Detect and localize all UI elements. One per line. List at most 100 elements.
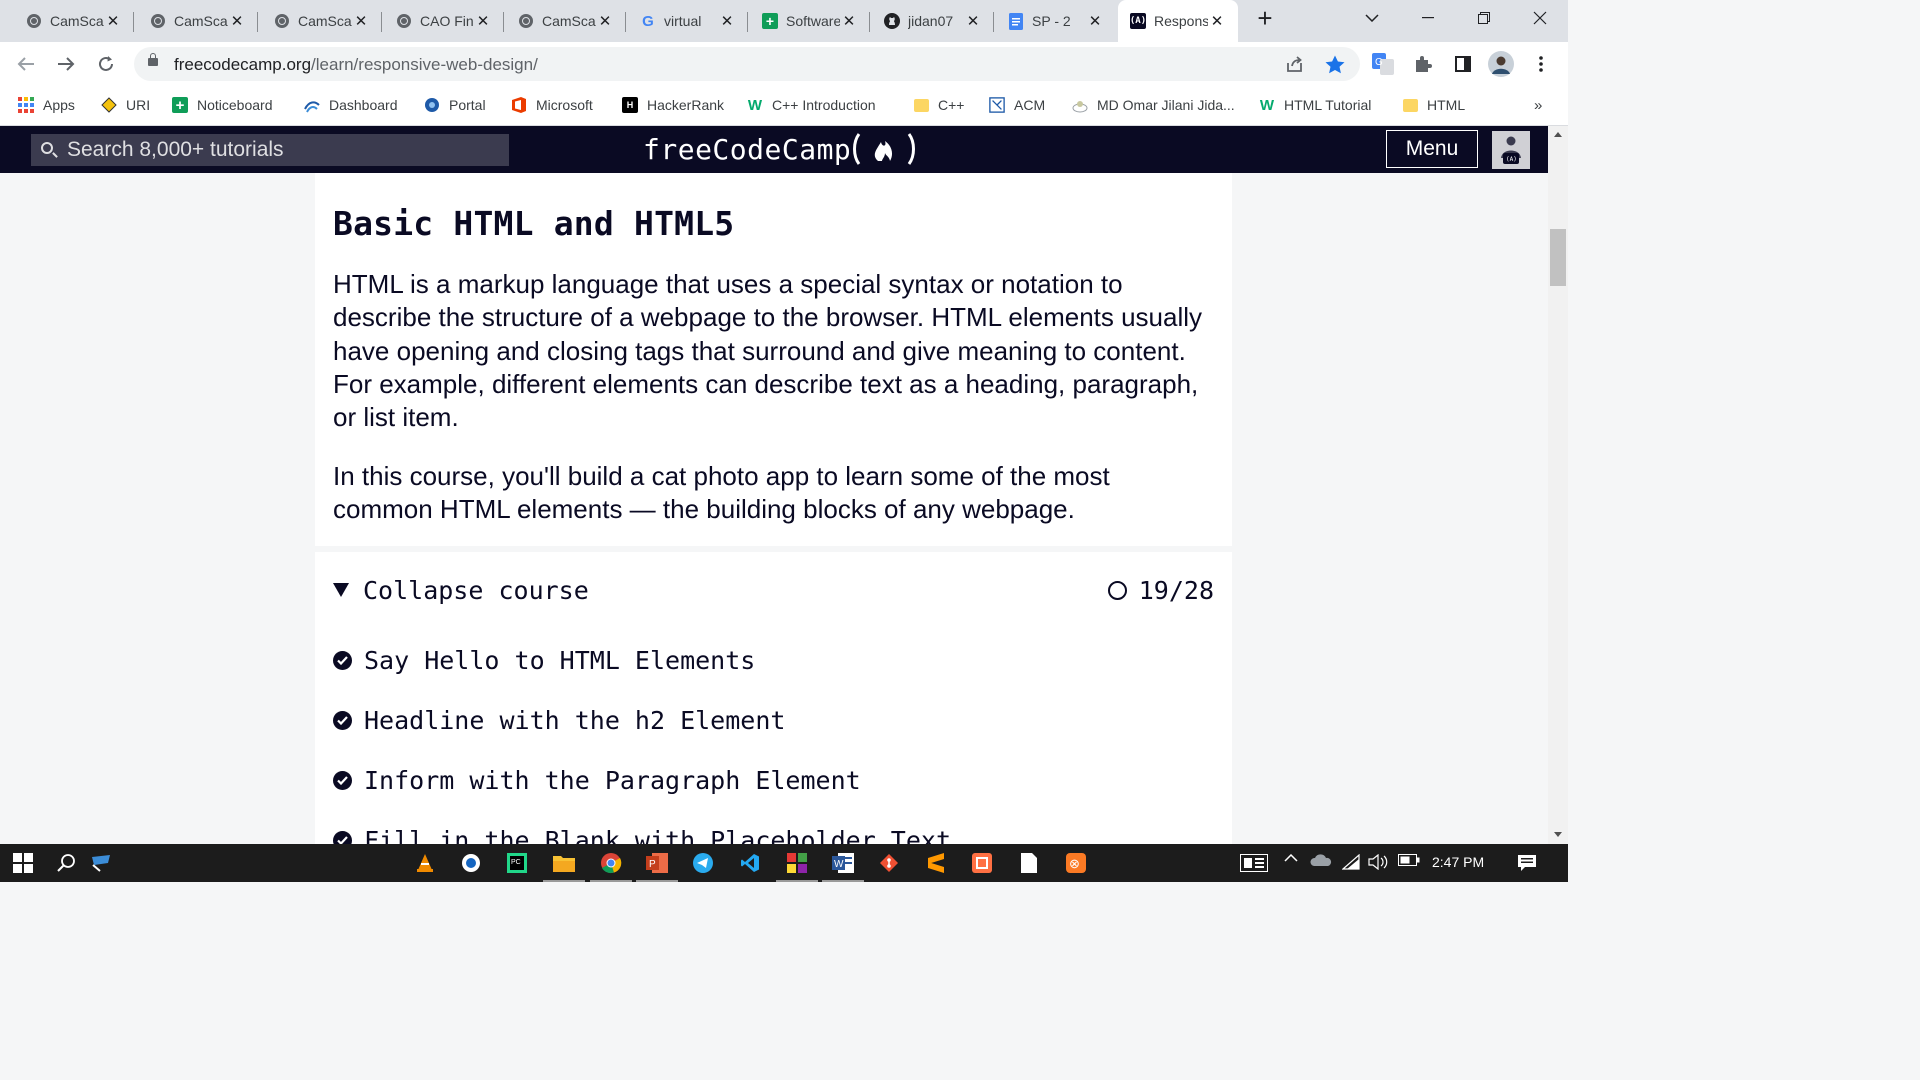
bookmark-folder-html[interactable]: HTML [1402,94,1465,116]
user-avatar[interactable]: (A) [1492,131,1530,169]
close-icon[interactable]: ✕ [1208,12,1226,30]
bookmark-cpp-introduction[interactable]: W C++ Introduction [747,94,876,116]
browser-tab-active[interactable]: (A) Responsive ✕ [1118,0,1238,42]
close-icon[interactable]: ✕ [840,12,858,30]
scroll-down-arrow-icon[interactable] [1554,832,1562,837]
search-input[interactable] [67,137,497,163]
address-bar[interactable]: freecodecamp.org/learn/responsive-web-de… [134,47,1360,81]
bookmark-acm[interactable]: ACM [989,94,1045,116]
close-icon[interactable]: ✕ [964,12,982,30]
bookmark-profile[interactable]: MD Omar Jilani Jida... [1072,94,1235,116]
telegram-icon[interactable] [692,852,714,874]
close-icon[interactable]: ✕ [352,12,370,30]
file-explorer-icon[interactable] [543,852,585,882]
close-icon[interactable]: ✕ [718,12,736,30]
chevron-up-icon[interactable] [1284,854,1298,862]
word-icon[interactable]: W [822,852,864,882]
browser-tab[interactable]: CamScanner ✕ [0,0,134,42]
git-icon[interactable] [878,852,900,874]
battery-icon[interactable] [1398,854,1420,866]
news-icon[interactable] [1240,854,1268,872]
windows-start-icon[interactable] [12,852,34,874]
bookmark-label: Microsoft [536,97,593,113]
page-scrollbar[interactable] [1548,126,1568,844]
bookmark-apps[interactable]: Apps [18,94,75,116]
browser-tab[interactable]: + Software ✕ [748,0,870,42]
globe-icon [274,13,290,29]
search-icon[interactable] [56,852,78,874]
minimize-icon[interactable] [1400,0,1456,36]
menu-button[interactable]: Menu [1386,130,1478,168]
fcc-logo[interactable]: freeCodeCamp [643,131,917,167]
forward-icon[interactable] [52,50,80,78]
app-icon[interactable] [460,852,482,874]
bookmark-dashboard[interactable]: Dashboard [304,94,398,116]
tab-title: CamScanner [174,13,228,29]
close-window-icon[interactable] [1512,0,1568,36]
restore-icon[interactable] [1456,0,1512,36]
assistant-icon[interactable] [90,852,112,874]
vscode-icon[interactable] [739,852,761,874]
bookmark-uri[interactable]: URI [101,94,150,116]
translate-icon[interactable]: G [1372,53,1394,75]
flame-logo-icon [851,132,917,166]
bookmark-folder-cpp[interactable]: C++ [913,94,964,116]
collapse-course-button[interactable]: Collapse course [333,572,589,608]
app-icon[interactable] [971,852,993,874]
lesson-link[interactable]: Fill in the Blank with Placeholder Text [333,822,951,844]
chrome-icon[interactable] [590,852,632,882]
app-icon[interactable] [776,852,818,882]
tab-title: virtual [664,13,702,29]
close-icon[interactable]: ✕ [596,12,614,30]
side-panel-icon[interactable] [1452,53,1474,75]
reload-icon[interactable] [92,50,120,78]
new-tab-button[interactable]: + [1238,0,1292,36]
browser-tab[interactable]: SP - 2 ✕ [994,0,1116,42]
browser-tab[interactable]: G virtual ✕ [626,0,748,42]
wifi-icon[interactable] [1342,854,1360,870]
close-icon[interactable]: ✕ [1086,12,1104,30]
check-circle-icon [333,710,352,730]
extensions-icon[interactable] [1412,53,1434,75]
file-icon[interactable] [1018,852,1040,874]
powerpoint-icon[interactable]: P [636,852,678,882]
bookmark-microsoft[interactable]: Microsoft [511,94,593,116]
sublime-icon[interactable] [925,852,947,874]
notifications-icon[interactable] [1517,854,1537,872]
bookmark-html-tutorial[interactable]: W HTML Tutorial [1259,94,1371,116]
more-options-icon[interactable] [1530,53,1552,75]
browser-tab[interactable]: CamScanner ✕ [504,0,626,42]
lesson-link[interactable]: Headline with the h2 Element [333,702,785,738]
browser-tab[interactable]: jidan07 ✕ [870,0,994,42]
onedrive-icon[interactable] [1310,854,1332,866]
close-icon[interactable]: ✕ [104,12,122,30]
lesson-link[interactable]: Say Hello to HTML Elements [333,642,755,678]
back-icon[interactable] [12,50,40,78]
app-icon[interactable]: ⊗ [1065,852,1087,874]
scroll-up-arrow-icon[interactable] [1554,132,1562,137]
bookmark-hackerrank[interactable]: H HackerRank [622,94,724,116]
share-icon[interactable] [1284,53,1306,75]
clock[interactable]: 2:47 PM [1432,854,1484,870]
browser-tab[interactable]: CamScanner ✕ [258,0,382,42]
bookmarks-bar: Apps URI + Noticeboard Dashboard Portal M… [0,86,1568,126]
url-text[interactable]: freecodecamp.org/learn/responsive-web-de… [174,55,538,75]
close-icon[interactable]: ✕ [228,12,246,30]
search-box[interactable] [31,134,509,166]
bookmark-portal[interactable]: Portal [424,94,486,116]
tab-search-icon[interactable] [1344,0,1400,36]
check-circle-icon [333,650,352,670]
bookmark-noticeboard[interactable]: + Noticeboard [172,94,273,116]
bookmark-star-icon[interactable] [1324,53,1346,75]
scrollbar-thumb[interactable] [1550,229,1566,286]
volume-icon[interactable] [1368,854,1388,870]
profile-avatar[interactable] [1488,51,1514,77]
browser-tab[interactable]: CamScanner ✕ [134,0,258,42]
pycharm-icon[interactable]: PC [506,852,528,874]
close-icon[interactable]: ✕ [474,12,492,30]
bookmark-label: HTML Tutorial [1284,97,1372,113]
vlc-icon[interactable] [414,852,436,874]
browser-tab[interactable]: CAO Final ✕ [382,0,504,42]
lesson-link[interactable]: Inform with the Paragraph Element [333,762,861,798]
more-bookmarks-button[interactable]: » [1534,94,1542,116]
